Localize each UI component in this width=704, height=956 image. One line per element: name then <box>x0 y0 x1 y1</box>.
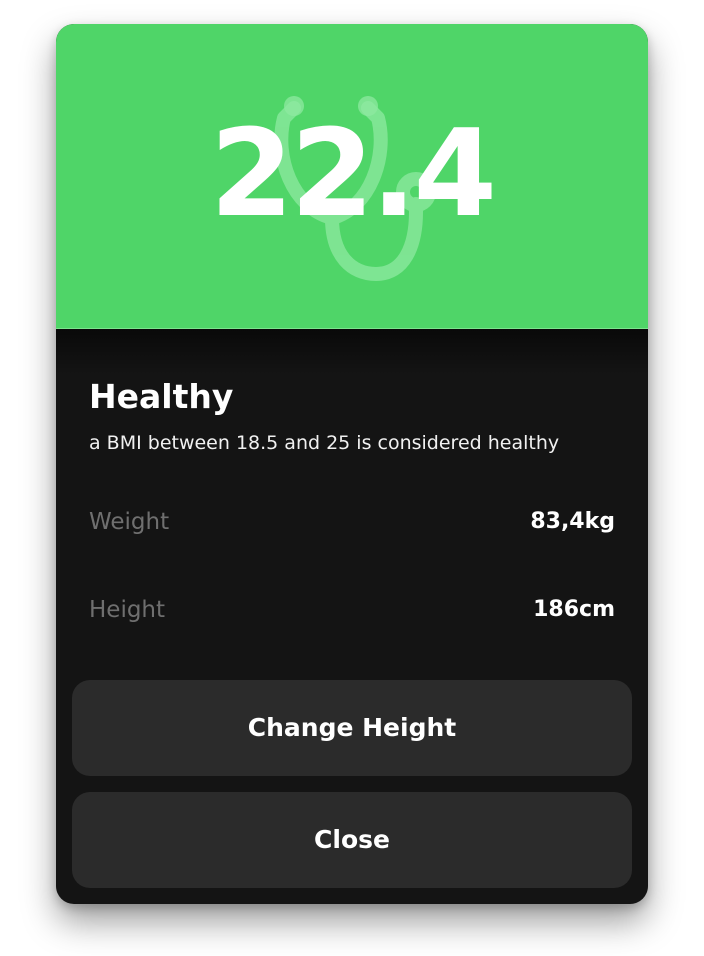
header-shadow <box>56 329 648 375</box>
change-height-button[interactable]: Change Height <box>72 680 632 776</box>
height-label: Height <box>89 597 166 623</box>
status-description: a BMI between 18.5 and 25 is considered … <box>89 432 560 454</box>
height-value: 186cm <box>533 597 615 622</box>
height-row: Height 186cm <box>89 592 615 628</box>
status-title: Healthy <box>89 377 234 416</box>
close-button[interactable]: Close <box>72 792 632 888</box>
bmi-header: 22.4 <box>56 24 648 329</box>
weight-label: Weight <box>89 509 170 535</box>
bmi-value: 22.4 <box>209 105 497 244</box>
weight-row: Weight 83,4kg <box>89 504 615 540</box>
weight-value: 83,4kg <box>530 509 615 534</box>
bmi-result-card: 22.4 Healthy a BMI between 18.5 and 25 i… <box>56 24 648 904</box>
